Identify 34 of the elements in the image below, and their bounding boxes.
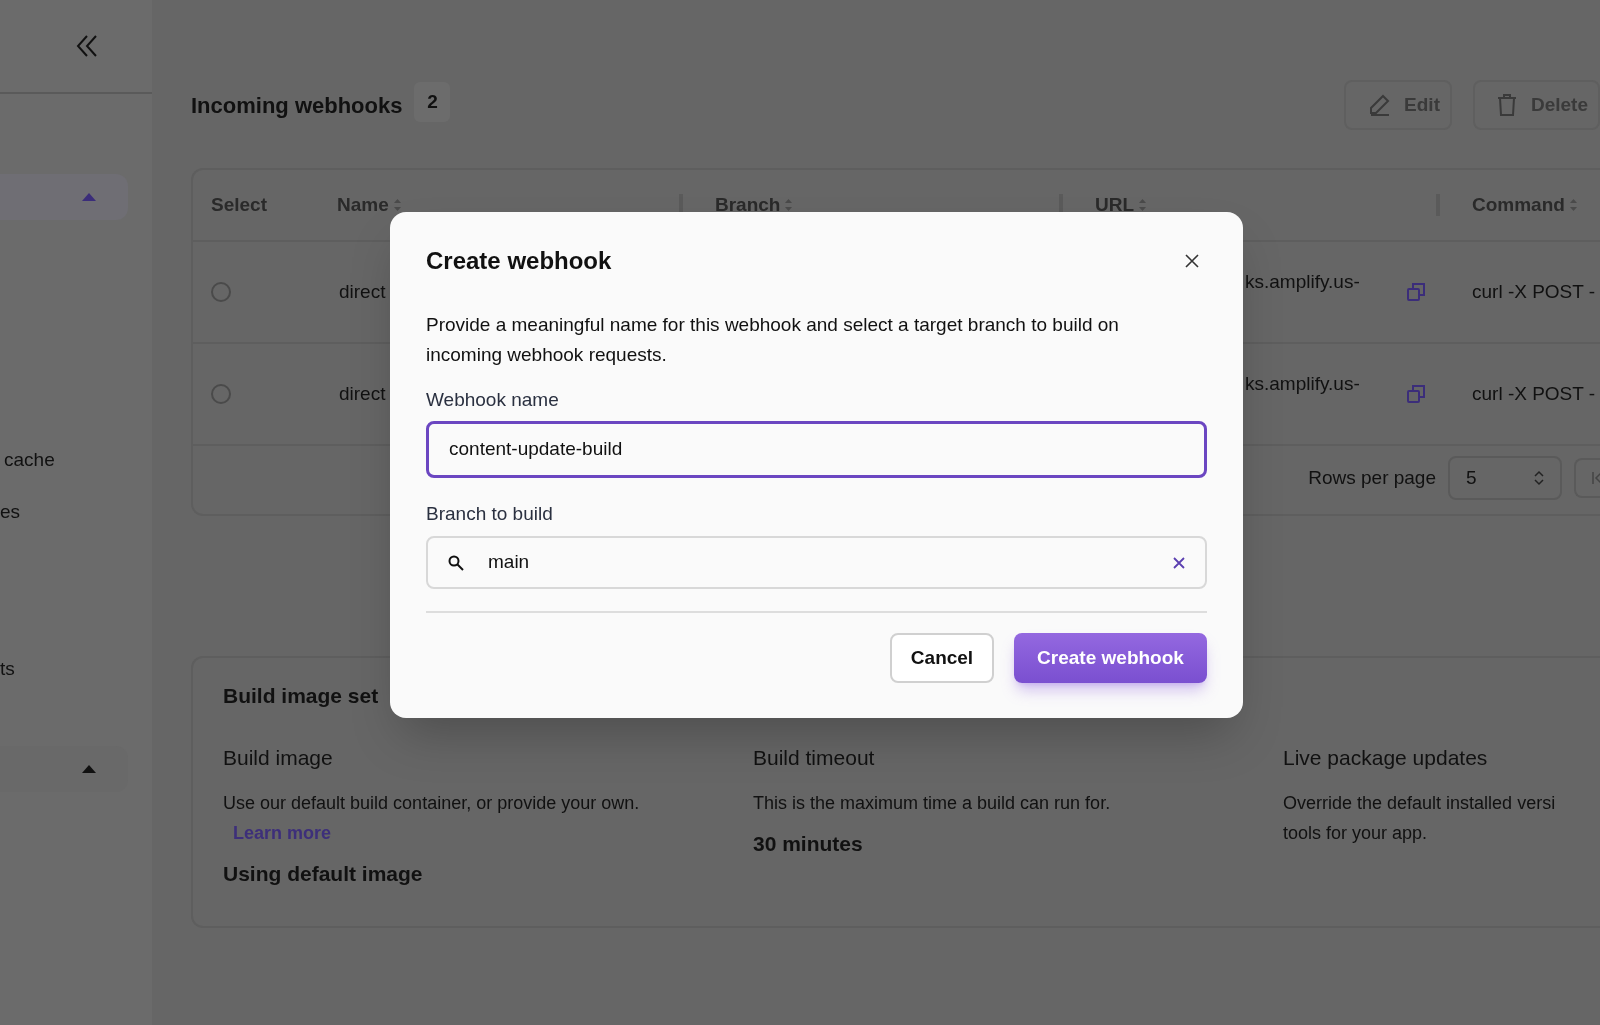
- field-label: Branch to build: [426, 501, 554, 526]
- table-cell: curl -X POST -: [1472, 382, 1596, 404]
- field-label: Webhook name: [426, 388, 560, 412]
- table-cell: direct: [339, 382, 386, 404]
- column-header[interactable]: Select: [211, 190, 267, 220]
- rows-per-page-label: Rows per page: [1308, 465, 1436, 490]
- setting-title: Build image: [223, 744, 334, 771]
- dialog-description: Provide a meaningful name for this webhook and select a target branch to build on incoming webhook requests.: [426, 313, 1120, 367]
- create-webhook-button[interactable]: Create webhook: [1014, 633, 1207, 683]
- sidebar-item[interactable]: es: [0, 500, 152, 524]
- branch-search-field[interactable]: main: [426, 536, 1207, 589]
- table-cell-text: ks.amplify.us-: [1244, 372, 1360, 396]
- sidebar-item[interactable]: ts: [0, 657, 152, 681]
- setting-title: Build timeout: [753, 744, 876, 771]
- table-cell: curl -X POST -: [1472, 280, 1596, 302]
- webhook-name-field[interactable]: content-update-build: [426, 420, 1207, 478]
- setting-description: Use our default build container, or provide your own. Learn more: [223, 791, 641, 845]
- setting-description: This is the maximum time a build can run for.: [753, 791, 1112, 815]
- table-cell: direct: [339, 280, 386, 302]
- column-header[interactable]: Name: [337, 190, 389, 220]
- rows-per-page-select[interactable]: 5: [1448, 456, 1562, 500]
- setting-value: 30 minutes: [753, 830, 864, 857]
- setting-description: Override the default installed versi tools for your app.: [1283, 791, 1557, 845]
- cancel-button[interactable]: Cancel: [890, 633, 994, 683]
- learn-more-link[interactable]: Learn more: [233, 822, 332, 843]
- setting-value: Using default image: [223, 860, 424, 887]
- card-title: Build image set: [223, 683, 380, 709]
- sidebar-item[interactable]: cache: [4, 448, 152, 472]
- count-badge: 2: [414, 82, 451, 122]
- dialog-title: Create webhook: [426, 246, 612, 276]
- setting-title: Live package updates: [1283, 744, 1489, 771]
- column-header[interactable]: Command: [1472, 190, 1565, 220]
- section-title: Incoming webhooks: [191, 92, 403, 120]
- table-cell-text: ks.amplify.us-: [1244, 270, 1360, 294]
